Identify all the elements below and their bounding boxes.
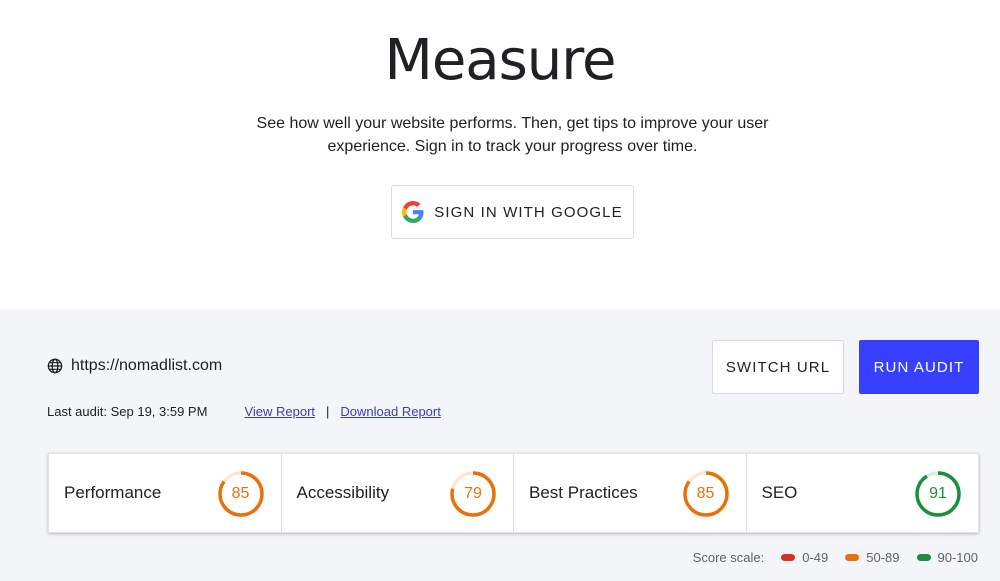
score-name: Performance — [64, 483, 162, 502]
score-value: 85 — [231, 485, 250, 502]
score-gauge: 91 — [914, 470, 962, 518]
sign-in-label: SIGN IN WITH GOOGLE — [434, 203, 623, 221]
score-name: Accessibility — [296, 483, 390, 502]
score-gauge: 85 — [217, 470, 265, 518]
scale-range-mid: 50-89 — [866, 550, 900, 565]
scale-range-low: 0-49 — [802, 550, 829, 565]
scale-dot-red — [781, 554, 796, 561]
scale-dot-orange — [845, 554, 860, 561]
hero-section: Measure See how well your website perfor… — [0, 0, 1000, 309]
link-separator: | — [326, 404, 330, 419]
last-audit-row: Last audit: Sep 19, 3:59 PM View Report … — [47, 404, 441, 419]
audit-panel: https://nomadlist.com SWITCH URL RUN AUD… — [0, 309, 1000, 581]
score-name: SEO — [761, 483, 798, 502]
switch-url-button[interactable]: SWITCH URL — [712, 340, 844, 394]
last-audit-text: Last audit: Sep 19, 3:59 PM — [47, 404, 208, 419]
score-card-performance[interactable]: Performance 85 — [49, 454, 282, 532]
score-name: Best Practices — [529, 483, 638, 502]
sign-in-with-google-button[interactable]: SIGN IN WITH GOOGLE — [391, 185, 634, 239]
download-report-link[interactable]: Download Report — [340, 404, 440, 419]
score-card-seo[interactable]: SEO 91 — [747, 454, 979, 532]
score-value: 85 — [696, 485, 715, 502]
run-audit-button[interactable]: RUN AUDIT — [859, 340, 979, 394]
scale-dot-green — [916, 554, 931, 561]
page-title: Measure — [384, 28, 617, 93]
score-gauge: 79 — [449, 470, 497, 518]
score-card-best-practices[interactable]: Best Practices 85 — [514, 454, 747, 532]
google-g-icon — [402, 201, 424, 223]
score-scale-label: Score scale: — [692, 550, 765, 565]
score-cards: Performance 85 Accessibility 79 Best Pra… — [48, 453, 979, 533]
score-value: 91 — [929, 485, 947, 502]
view-report-link[interactable]: View Report — [244, 404, 315, 419]
score-gauge: 85 — [682, 470, 730, 518]
score-value: 79 — [464, 485, 482, 502]
url-text: https://nomadlist.com — [71, 357, 223, 374]
score-scale-legend: Score scale: 0-49 50-89 90-100 — [693, 550, 978, 565]
globe-icon — [47, 358, 63, 374]
scale-range-high: 90-100 — [937, 550, 978, 565]
score-card-accessibility[interactable]: Accessibility 79 — [282, 454, 514, 532]
page-subtitle: See how well your website performs. Then… — [256, 115, 769, 155]
audited-url: https://nomadlist.com — [47, 357, 222, 375]
